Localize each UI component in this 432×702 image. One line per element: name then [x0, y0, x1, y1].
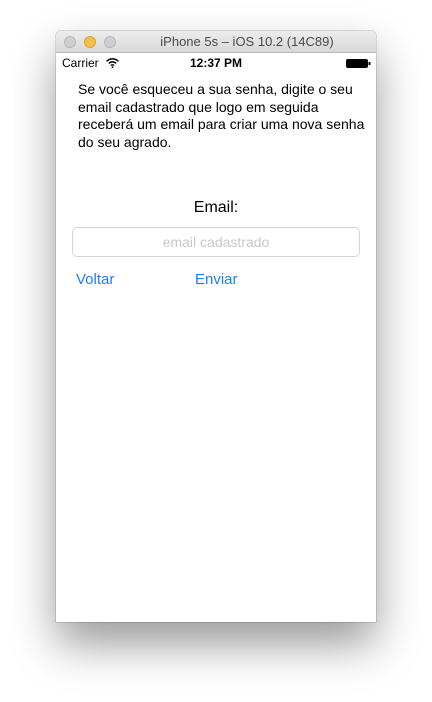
status-bar: Carrier 12:37 PM	[56, 53, 376, 73]
zoom-window-button[interactable]	[104, 36, 116, 48]
send-button[interactable]: Enviar	[195, 271, 238, 288]
email-field[interactable]	[72, 227, 360, 257]
back-button[interactable]: Voltar	[76, 271, 114, 288]
close-window-button[interactable]	[64, 36, 76, 48]
instructions-text: Se você esqueceu a sua senha, digite o s…	[78, 81, 365, 150]
window-title: iPhone 5s – iOS 10.2 (14C89)	[160, 34, 334, 49]
status-time: 12:37 PM	[189, 56, 243, 70]
simulator-window: iPhone 5s – iOS 10.2 (14C89) Carrier 12:…	[56, 31, 376, 622]
battery-icon	[346, 59, 371, 68]
minimize-window-button[interactable]	[84, 36, 96, 48]
email-label: Email:	[193, 199, 239, 216]
window-titlebar[interactable]: iPhone 5s – iOS 10.2 (14C89)	[56, 31, 376, 53]
